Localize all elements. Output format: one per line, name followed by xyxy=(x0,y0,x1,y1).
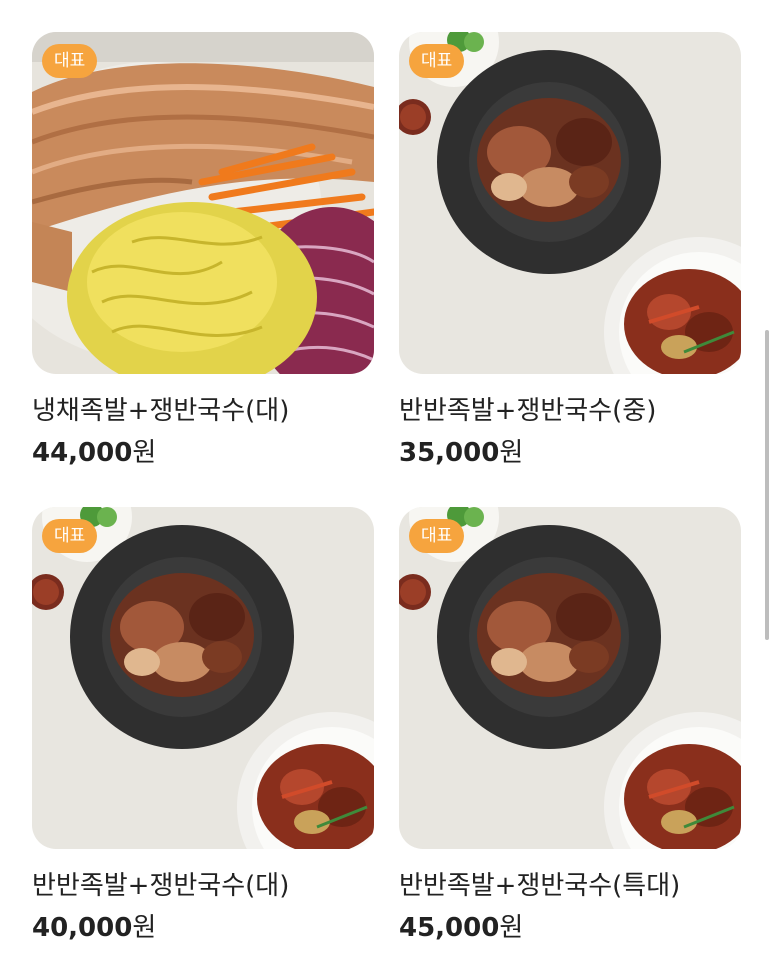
price-amount: 35,000 xyxy=(399,438,500,468)
half-half-jokbal-plate-icon xyxy=(399,32,741,374)
price-currency: 원 xyxy=(499,438,524,468)
menu-item-card[interactable]: 대표 냉채족발+쟁반국수(대) 44,000원 xyxy=(32,32,374,470)
menu-item-photo[interactable]: 대표 xyxy=(399,32,741,374)
menu-item-name[interactable]: 반반족발+쟁반국수(중) xyxy=(399,394,741,428)
half-half-jokbal-plate-icon xyxy=(399,507,741,849)
price-currency: 원 xyxy=(132,913,157,943)
price-amount: 45,000 xyxy=(399,913,500,943)
menu-item-name[interactable]: 반반족발+쟁반국수(대) xyxy=(32,869,374,903)
menu-item-price: 40,000원 xyxy=(32,911,374,945)
half-half-jokbal-plate-icon xyxy=(32,507,374,849)
signature-badge: 대표 xyxy=(42,44,98,78)
menu-item-card[interactable]: 대표 반반족발+쟁반국수(중) 35,000원 xyxy=(399,32,741,470)
menu-item-name[interactable]: 냉채족발+쟁반국수(대) xyxy=(32,394,374,428)
menu-item-card[interactable]: 대표 반반족발+쟁반국수(특대) 45,000원 xyxy=(399,507,741,945)
menu-item-price: 44,000원 xyxy=(32,436,374,470)
price-amount: 40,000 xyxy=(32,913,133,943)
price-amount: 44,000 xyxy=(32,438,133,468)
menu-item-name[interactable]: 반반족발+쟁반국수(특대) xyxy=(399,869,741,903)
menu-item-price: 45,000원 xyxy=(399,911,741,945)
signature-badge: 대표 xyxy=(409,44,465,78)
menu-item-price: 35,000원 xyxy=(399,436,741,470)
menu-item-photo[interactable]: 대표 xyxy=(32,32,374,374)
menu-grid: 대표 냉채족발+쟁반국수(대) 44,000원 대표 반반족발+쟁반국수(중) … xyxy=(0,0,773,977)
menu-item-card[interactable]: 대표 반반족발+쟁반국수(대) 40,000원 xyxy=(32,507,374,945)
scrollbar[interactable] xyxy=(765,330,769,640)
menu-item-photo[interactable]: 대표 xyxy=(32,507,374,849)
price-currency: 원 xyxy=(499,913,524,943)
signature-badge: 대표 xyxy=(409,519,465,553)
signature-badge: 대표 xyxy=(42,519,98,553)
price-currency: 원 xyxy=(132,438,157,468)
menu-item-photo[interactable]: 대표 xyxy=(399,507,741,849)
cold-jokbal-platter-icon xyxy=(32,32,374,374)
